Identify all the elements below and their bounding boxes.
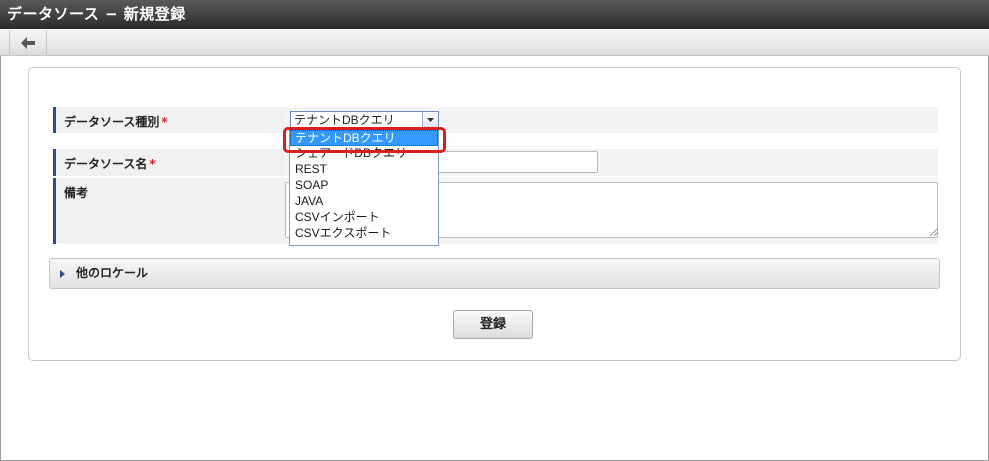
form-row-type: データソース種別 * テナントDBクエリ <box>53 107 938 133</box>
type-dropdown-list[interactable]: テナントDBクエリ シェアードDBクエリ REST SOAP JAVA CSVイ… <box>289 129 439 246</box>
required-mark: * <box>161 115 168 129</box>
dropdown-option[interactable]: CSVインポート <box>290 210 438 226</box>
type-label: データソース種別 * <box>53 107 282 133</box>
dropdown-option[interactable]: JAVA <box>290 194 438 210</box>
type-select-value: テナントDBクエリ <box>294 113 395 127</box>
form-row-note: 備考 <box>53 178 938 244</box>
note-label: 備考 <box>53 178 282 244</box>
register-button[interactable]: 登録 <box>453 310 533 339</box>
required-mark: * <box>149 157 156 171</box>
note-label-text: 備考 <box>64 186 89 200</box>
toolbar <box>0 29 989 56</box>
dropdown-option[interactable]: シェアードDBクエリ <box>290 146 438 162</box>
name-label-text: データソース名 <box>64 157 148 171</box>
type-select[interactable]: テナントDBクエリ <box>290 111 439 129</box>
form-row-name: データソース名 * <box>53 149 938 176</box>
arrow-left-icon <box>21 36 35 49</box>
dropdown-option[interactable]: CSVエクスポート <box>290 226 438 242</box>
other-locale-label: 他のロケール <box>76 266 149 280</box>
window-title: データソース − 新規登録 <box>0 0 989 29</box>
dropdown-option[interactable]: テナントDBクエリ <box>290 130 438 146</box>
other-locale-toggle[interactable]: 他のロケール <box>49 258 940 289</box>
dropdown-option[interactable]: SOAP <box>290 178 438 194</box>
name-label: データソース名 * <box>53 149 282 176</box>
chevron-down-icon[interactable] <box>422 112 438 128</box>
type-label-text: データソース種別 <box>64 115 160 129</box>
dropdown-option[interactable]: REST <box>290 162 438 178</box>
back-button[interactable] <box>9 31 47 54</box>
caret-right-icon <box>60 270 65 278</box>
resize-handle-icon[interactable] <box>930 228 938 236</box>
